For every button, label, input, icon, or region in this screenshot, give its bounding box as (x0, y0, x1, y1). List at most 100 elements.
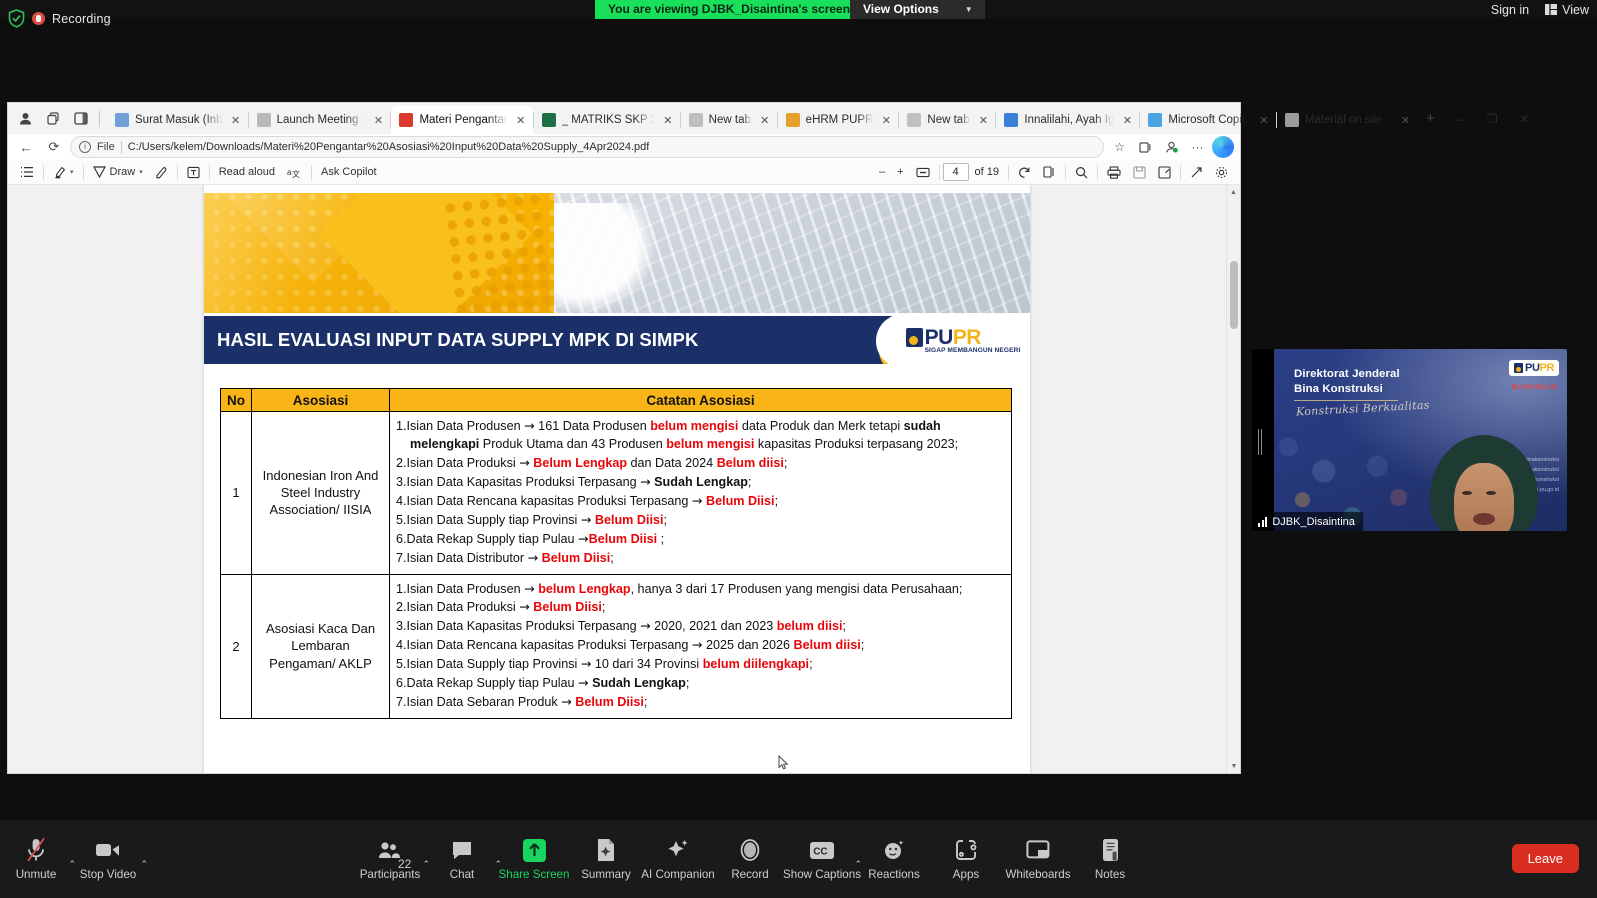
security-shield-icon[interactable] (8, 9, 25, 28)
toolbar-button-whiteboards[interactable]: Whiteboards (1002, 837, 1074, 881)
scrollbar-thumb[interactable] (1230, 261, 1238, 329)
page-total-label: of 19 (974, 166, 999, 178)
browser-tab[interactable]: Surat Masuk (Inb ✕ (107, 106, 248, 134)
tab-close-icon[interactable]: ✕ (1120, 114, 1134, 127)
newtab-icon (688, 113, 703, 127)
read-aloud-button[interactable]: Read aloud (213, 162, 281, 183)
tab-close-icon[interactable]: ✕ (976, 114, 990, 127)
draw-tool-button[interactable]: Draw ▾ (87, 162, 149, 183)
print-icon[interactable] (1101, 162, 1127, 183)
page-layout-icon[interactable] (1037, 162, 1062, 183)
zoom-out-button[interactable]: – (873, 162, 891, 183)
scroll-down-arrow-icon[interactable]: ▼ (1227, 759, 1240, 773)
fit-page-icon[interactable] (910, 162, 936, 183)
zoom-in-button[interactable]: + (891, 162, 909, 183)
toolbar-button-record[interactable]: Record (714, 837, 786, 881)
highlight-icon[interactable]: ▾ (47, 162, 80, 183)
tab-close-icon[interactable]: ✕ (514, 114, 528, 127)
svg-text:文: 文 (292, 169, 300, 179)
collections-icon[interactable] (1134, 136, 1157, 158)
tab-search-icon[interactable] (40, 107, 66, 131)
reload-button[interactable]: ⟳ (42, 136, 66, 158)
tab-close-icon[interactable]: ✕ (1398, 114, 1412, 127)
toolbar-button-label: Notes (1094, 868, 1126, 881)
view-layout-button[interactable]: View (1545, 3, 1589, 17)
video-drag-handle[interactable] (1258, 429, 1263, 455)
copilot-icon[interactable] (1212, 136, 1234, 158)
excel-icon (541, 113, 556, 127)
browser-tab[interactable]: Innalilahi, Ayah Ig ✕ (996, 106, 1139, 134)
browser-tab[interactable]: _ MATRIKS SKP 2 ✕ (534, 106, 680, 134)
toolbar-button-share-screen[interactable]: Share Screen (498, 837, 570, 881)
fullscreen-icon[interactable] (1184, 162, 1209, 183)
site-info-icon[interactable]: i (79, 141, 91, 153)
participant-video-tile[interactable]: Direktorat Jenderal Bina Konstruksi Kons… (1252, 349, 1567, 531)
browser-tab[interactable]: New tab ✕ (899, 106, 995, 134)
sign-in-button[interactable]: Sign in (1491, 3, 1529, 17)
toolbar-button-apps[interactable]: Apps (930, 837, 1002, 881)
tab-close-icon[interactable]: ✕ (1257, 114, 1271, 127)
banner-scaffolding-image (554, 193, 1030, 313)
video-logo-pu: PU (1525, 362, 1540, 374)
leave-meeting-button[interactable]: Leave (1511, 844, 1579, 873)
save-as-icon[interactable] (1152, 162, 1177, 183)
tab-close-icon[interactable]: ✕ (661, 114, 675, 127)
toolbar-button-unmute[interactable]: Unmute ⌃ (0, 837, 76, 881)
window-minimize-button[interactable]: – (1445, 104, 1475, 134)
rotate-icon[interactable] (1012, 162, 1037, 183)
tab-close-icon[interactable]: ✕ (758, 114, 772, 127)
tab-close-icon[interactable]: ✕ (879, 114, 893, 127)
new-tab-button[interactable]: + (1417, 106, 1443, 132)
toolbar-button-ai-companion[interactable]: AI Companion (641, 837, 715, 881)
page-number-input[interactable]: 4 (942, 163, 969, 181)
tab-close-icon[interactable]: ✕ (371, 114, 385, 127)
toolbar-button-summary[interactable]: Summary (570, 837, 642, 881)
ask-copilot-button[interactable]: Ask Copilot (315, 162, 383, 183)
chevron-up-icon[interactable]: ⌃ (140, 859, 148, 870)
add-text-icon[interactable] (181, 162, 206, 183)
video-background: Direktorat Jenderal Bina Konstruksi Kons… (1274, 349, 1567, 531)
zoom-top-bar: Recording You are viewing DJBK_Disaintin… (0, 0, 1597, 28)
star-icon[interactable]: ☆ (1108, 136, 1131, 158)
pdf-viewport[interactable]: HASIL EVALUASI INPUT DATA SUPPLY MPK DI … (8, 185, 1240, 773)
profile-icon[interactable] (1160, 136, 1183, 158)
browser-tab[interactable]: Material on site d ✕ (1277, 106, 1418, 134)
toc-icon[interactable] (14, 162, 40, 183)
toolbar-button-participants[interactable]: Participants 22 ⌃ (354, 837, 430, 881)
chevron-down-icon[interactable]: ▾ (70, 168, 74, 176)
toolbar-button-notes[interactable]: Notes (1074, 837, 1146, 881)
browser-tab[interactable]: Launch Meeting - ✕ (249, 106, 391, 134)
tab-close-icon[interactable]: ✕ (229, 114, 243, 127)
browser-tab[interactable]: eHRM PUPR ✕ (778, 106, 899, 134)
window-close-button[interactable]: ✕ (1509, 104, 1539, 134)
chevron-down-icon[interactable]: ▾ (139, 168, 143, 176)
toolbar-button-show-captions[interactable]: CC Show Captions ⌃ (783, 837, 862, 881)
browser-tab[interactable]: Microsoft Copilo ✕ (1140, 106, 1275, 134)
browser-tab-strip: Surat Masuk (Inb ✕ Launch Meeting - ✕ Materi… (8, 103, 1529, 134)
view-options-button[interactable]: View Options ▼ (850, 0, 985, 19)
ellipsis-icon[interactable]: ··· (1186, 136, 1209, 158)
split-screen-icon[interactable] (68, 107, 94, 131)
window-maximize-button[interactable]: ❐ (1477, 104, 1507, 134)
settings-icon[interactable] (1209, 162, 1234, 183)
browser-tab[interactable]: New tab ✕ (681, 106, 777, 134)
page-icon (256, 113, 271, 127)
scroll-up-arrow-icon[interactable]: ▲ (1227, 185, 1240, 199)
browser-tab[interactable]: Materi Pengantar ✕ (391, 106, 533, 134)
org-line-2: Bina Konstruksi (1294, 382, 1383, 395)
search-icon[interactable] (1069, 162, 1094, 183)
profile-avatar-icon[interactable] (12, 107, 38, 131)
toolbar-button-stop-video[interactable]: Stop Video ⌃ (72, 837, 148, 881)
cell-association-notes: 1.Isian Data Produsen → 161 Data Produse… (389, 411, 1012, 575)
toolbar-button-label: Apps (952, 868, 980, 881)
translate-icon[interactable]: a文 (281, 162, 308, 183)
back-button[interactable]: ← (14, 136, 38, 158)
video-pupr-logo: PUPR (1509, 360, 1559, 376)
toolbar-button-chat[interactable]: Chat ⌃ (426, 837, 502, 881)
note-item: 4.Isian Data Rencana kapasitas Produksi … (396, 637, 865, 653)
save-icon[interactable] (1127, 162, 1152, 183)
url-bar[interactable]: i File C:/Users/kelem/Downloads/Materi%2… (70, 136, 1104, 158)
toolbar-button-reactions[interactable]: Reactions (858, 837, 930, 881)
erase-icon[interactable] (149, 162, 174, 183)
pdf-scrollbar[interactable]: ▲ ▼ (1226, 185, 1240, 773)
